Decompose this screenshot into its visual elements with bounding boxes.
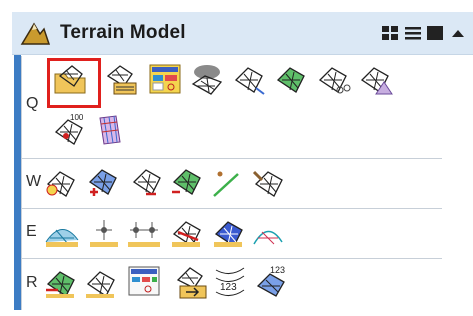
terrain-100-icon[interactable]: 100 <box>52 112 88 146</box>
row-w: W <box>21 158 442 209</box>
draw-line-icon[interactable] <box>208 166 244 200</box>
terrain-color-icon[interactable] <box>274 62 310 96</box>
list-view-icon[interactable] <box>403 23 423 43</box>
svg-text:123: 123 <box>220 282 237 293</box>
elevation-123-icon[interactable]: 123 <box>254 264 290 298</box>
terrain-tools-icon[interactable] <box>250 166 286 200</box>
terrain-filter-icon[interactable] <box>232 62 268 96</box>
profile-icon[interactable] <box>44 216 80 250</box>
from-graphics-icon[interactable] <box>147 62 183 96</box>
grid-view-icon[interactable] <box>380 23 400 43</box>
row-e: E <box>21 208 442 259</box>
panel-title: Terrain Model <box>60 22 186 43</box>
mesh-wave-icon[interactable] <box>250 216 286 250</box>
two-spot-icon[interactable] <box>126 216 162 250</box>
svg-text:100: 100 <box>70 113 84 122</box>
cloud-terrain-icon[interactable] <box>189 62 225 96</box>
contours-123-icon[interactable]: 123 <box>212 264 248 298</box>
terrain-blue-icon[interactable] <box>210 216 246 250</box>
export-icon[interactable] <box>172 266 208 300</box>
from-file-icon[interactable] <box>102 62 138 96</box>
accent-bar <box>14 55 21 310</box>
selected-tool-highlight <box>47 58 101 108</box>
panel-header: Terrain Model <box>12 12 473 55</box>
row-label: Q <box>26 95 39 112</box>
terrain-red-icon[interactable] <box>168 216 204 250</box>
terrain-model-icon <box>20 22 50 45</box>
terrain-grid-icon[interactable] <box>82 266 118 300</box>
terrain-surface-icon[interactable] <box>94 112 130 146</box>
row-label: E <box>26 223 37 240</box>
report-icon[interactable] <box>126 264 162 298</box>
terrain-move-icon[interactable] <box>42 266 78 300</box>
delete-feature-icon[interactable] <box>128 166 164 200</box>
svg-text:123: 123 <box>270 265 285 275</box>
clip-terrain-icon[interactable] <box>316 62 352 96</box>
edit-feature-icon[interactable] <box>168 166 204 200</box>
row-label: R <box>26 274 38 291</box>
row-r: R 123 123 <box>21 258 442 310</box>
collapse-icon[interactable] <box>448 23 468 43</box>
row-label: W <box>26 173 42 190</box>
ribbon-view-icon[interactable] <box>425 23 445 43</box>
point-spot-icon[interactable] <box>86 216 122 250</box>
terrain-model-panel: Terrain Model Q 100 W E R 123 123 <box>0 0 473 316</box>
terrain-mesh-icon[interactable] <box>358 62 394 96</box>
add-point-icon[interactable] <box>84 166 120 200</box>
add-feature-icon[interactable] <box>42 166 78 200</box>
